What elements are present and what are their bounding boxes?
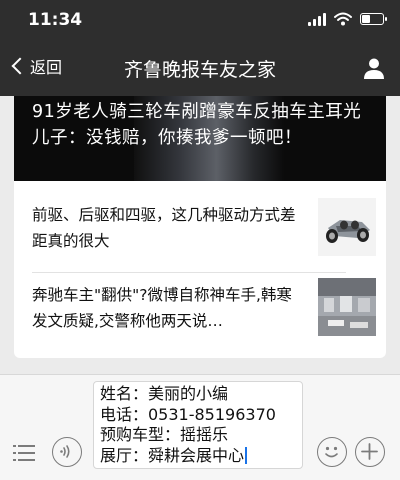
- message-input[interactable]: 姓名：美丽的小编 电话：0531-85196370 预购车型：摇摇乐 展厅：舜耕…: [93, 381, 303, 469]
- nav-bar: 返回 齐鲁晚报车友之家: [0, 40, 400, 96]
- car-chassis-thumbnail: [318, 198, 376, 256]
- plus-icon[interactable]: [355, 437, 385, 467]
- wifi-icon: [334, 12, 352, 26]
- article-card: 91岁老人骑三轮车剐蹭豪车反抽车主耳光 儿子：没钱赔，你揍我爹一顿吧！ 前驱、后…: [14, 96, 386, 358]
- list-item[interactable]: 前驱、后驱和四驱，这几种驱动方式差距真的很大: [14, 192, 386, 272]
- input-line-last: 展厅：舜耕会展中心: [100, 446, 296, 467]
- text-cursor: [245, 446, 247, 464]
- status-time: 11:34: [28, 10, 83, 30]
- battery-icon: [360, 13, 387, 25]
- voice-icon[interactable]: [52, 437, 82, 467]
- hero-title: 91岁老人骑三轮车剐蹭豪车反抽车主耳光 儿子：没钱赔，你揍我爹一顿吧！: [32, 102, 362, 148]
- article-title: 奔驰车主"翻供"?微博自称神车手,韩寒发文质疑,交警称他两天说…: [32, 286, 292, 330]
- hero-article[interactable]: 91岁老人骑三轮车剐蹭豪车反抽车主耳光 儿子：没钱赔，你揍我爹一顿吧！: [14, 96, 386, 181]
- input-line: 电话：0531-85196370: [100, 404, 276, 424]
- input-line: 预购车型：摇摇乐: [100, 425, 229, 444]
- page-title: 齐鲁晚报车友之家: [123, 59, 276, 81]
- status-icons: [308, 12, 387, 26]
- exhibition-hall-thumbnail: [318, 278, 376, 336]
- input-line: 姓名：美丽的小编: [100, 384, 229, 403]
- menu-icon[interactable]: [12, 443, 36, 463]
- emoji-icon[interactable]: [317, 437, 347, 467]
- input-line: 展厅：舜耕会展中心: [100, 445, 245, 465]
- status-bar: 11:34: [0, 0, 400, 40]
- article-title: 前驱、后驱和四驱，这几种驱动方式差距真的很大: [32, 206, 296, 250]
- signal-icon: [308, 12, 326, 26]
- list-item[interactable]: 奔驰车主"翻供"?微博自称神车手,韩寒发文质疑,交警称他两天说…: [14, 272, 386, 352]
- person-icon[interactable]: [362, 56, 386, 80]
- chat-input-bar: 姓名：美丽的小编 电话：0531-85196370 预购车型：摇摇乐 展厅：舜耕…: [0, 374, 400, 480]
